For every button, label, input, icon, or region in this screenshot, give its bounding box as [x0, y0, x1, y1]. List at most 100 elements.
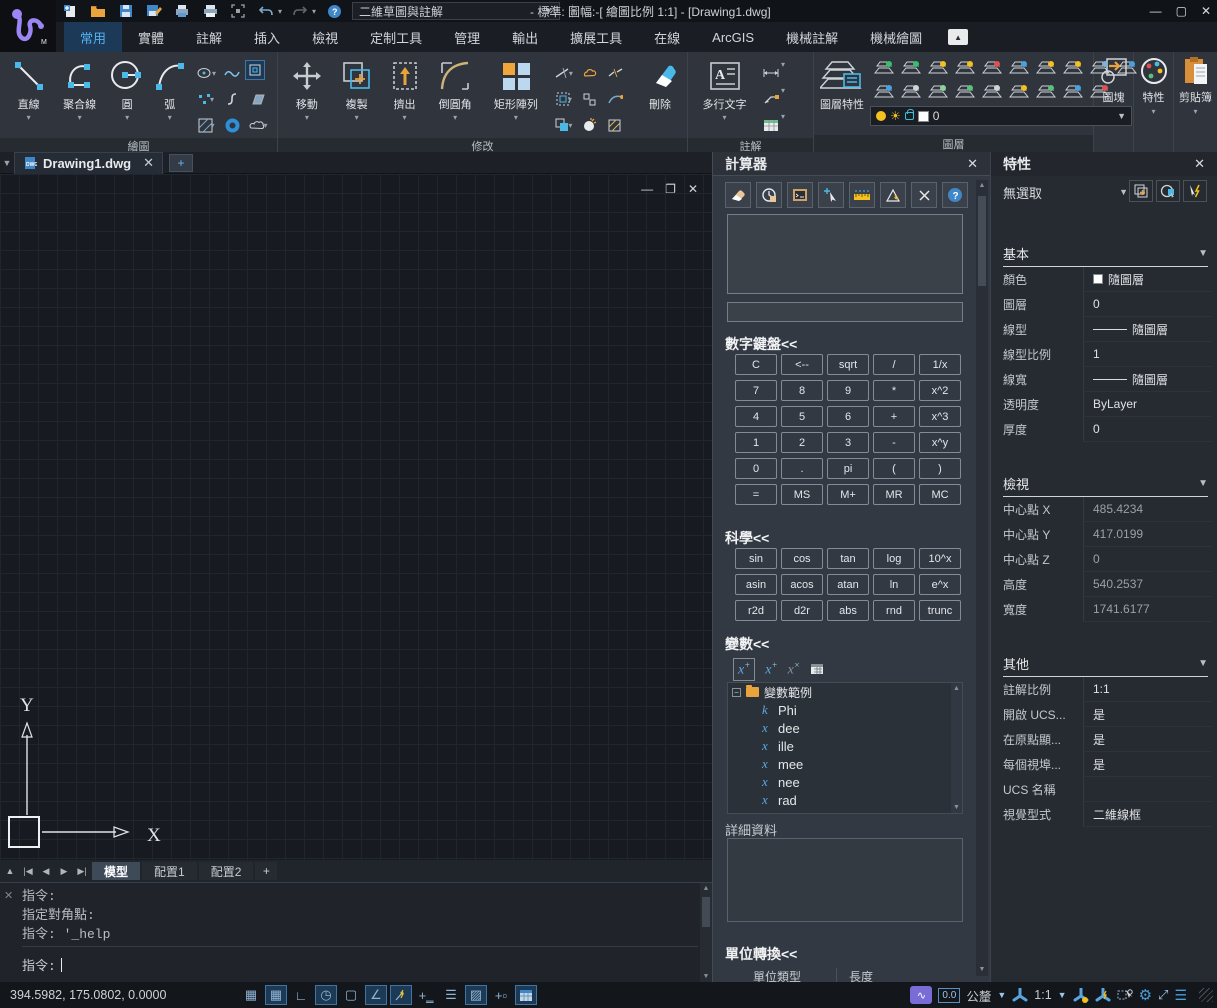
- property-value[interactable]: 0: [1083, 547, 1212, 572]
- calculator-scrollbar[interactable]: ▲ ▼: [976, 180, 988, 976]
- fullscreen-icon[interactable]: ⤢: [1158, 987, 1168, 1003]
- scroll-up-icon[interactable]: ▲: [700, 883, 712, 895]
- calc-key-8[interactable]: 8: [781, 380, 823, 401]
- calc-key-e^x[interactable]: e^x: [919, 574, 961, 595]
- property-value[interactable]: 是: [1083, 702, 1212, 727]
- ribbon-tab-11[interactable]: 機械註解: [770, 22, 854, 52]
- ribbon-tab-9[interactable]: 在線: [638, 22, 696, 52]
- close-button[interactable]: ✕: [1201, 4, 1211, 18]
- chevron-down-icon[interactable]: ▾: [453, 113, 457, 122]
- ribbon-tab-1[interactable]: 實體: [122, 22, 180, 52]
- property-value[interactable]: 隨圖層: [1083, 267, 1212, 292]
- annotation-scale-value[interactable]: 1:1: [1034, 988, 1051, 1002]
- chevron-down-icon[interactable]: ▾: [125, 113, 129, 122]
- rectangular-array-button[interactable]: 矩形陣列 ▾: [485, 56, 547, 122]
- chevron-down-icon[interactable]: ▾: [78, 113, 82, 122]
- layer-tool-icon-0[interactable]: [870, 56, 897, 80]
- status-menu-icon[interactable]: ☰: [1174, 987, 1187, 1004]
- calculator-return-icon[interactable]: [810, 663, 824, 675]
- calc-key-MC[interactable]: MC: [919, 484, 961, 505]
- snap-grid-icon[interactable]: ▦: [265, 985, 287, 1005]
- measure-angle-icon[interactable]: [880, 182, 906, 208]
- ortho-mode-icon[interactable]: ∟: [290, 985, 312, 1005]
- resize-grip[interactable]: [1199, 988, 1213, 1002]
- offset-cloud-icon[interactable]: [577, 60, 603, 86]
- new-layout-button[interactable]: +: [255, 862, 277, 880]
- dynamic-ucs-icon[interactable]: +▫: [490, 985, 512, 1005]
- chevron-down-icon[interactable]: ▾: [355, 113, 359, 122]
- minimize-button[interactable]: —: [1150, 4, 1162, 18]
- move-button[interactable]: 移動 ▾: [284, 56, 330, 122]
- layer-tool-icon-15[interactable]: [1005, 80, 1032, 104]
- calc-key-1[interactable]: 1: [735, 432, 777, 453]
- doc-minimize-button[interactable]: —: [641, 182, 653, 196]
- break-icon[interactable]: [603, 60, 629, 86]
- property-value[interactable]: 隨圖層: [1083, 317, 1212, 342]
- multiple-points-icon[interactable]: ▾: [193, 86, 219, 112]
- undo-dropdown[interactable]: ▾: [278, 7, 282, 16]
- layer-tool-icon-16[interactable]: [1032, 80, 1059, 104]
- calc-key-0[interactable]: 0: [735, 458, 777, 479]
- rectangle-icon[interactable]: [245, 60, 265, 80]
- science-section-title[interactable]: 科學<<: [725, 528, 769, 548]
- chevron-down-icon[interactable]: ▾: [722, 113, 726, 122]
- prev-layout-icon[interactable]: ◀: [38, 866, 54, 877]
- toggle-pickadd-icon[interactable]: [1183, 180, 1207, 202]
- lineweight-display-icon[interactable]: ☰: [440, 985, 462, 1005]
- calc-key-.[interactable]: .: [781, 458, 823, 479]
- align-icon[interactable]: [577, 86, 603, 112]
- calc-key-4[interactable]: 4: [735, 406, 777, 427]
- properties-close-icon[interactable]: ✕: [1194, 156, 1205, 172]
- delete-variable-icon[interactable]: x×: [788, 660, 800, 679]
- selection-dropdown[interactable]: 無選取 ▼: [1003, 182, 1128, 202]
- scroll-down-icon[interactable]: ▼: [976, 964, 988, 976]
- property-value[interactable]: 0: [1083, 292, 1212, 317]
- stretch-button[interactable]: 擠出 ▾: [383, 56, 425, 122]
- calc-key-r2d[interactable]: r2d: [735, 600, 777, 621]
- scale-icon[interactable]: ▾: [551, 86, 577, 112]
- calc-key-acos[interactable]: acos: [781, 574, 823, 595]
- variable-item-vee[interactable]: xvee: [728, 809, 962, 814]
- calc-key--[interactable]: -: [873, 432, 915, 453]
- property-value[interactable]: [1083, 777, 1212, 802]
- layer-properties-button[interactable]: 圖層特性: [820, 56, 864, 112]
- variable-item-dee[interactable]: xdee: [728, 719, 962, 737]
- calc-key-sin[interactable]: sin: [735, 548, 777, 569]
- ribbon-tab-5[interactable]: 定制工具: [354, 22, 438, 52]
- property-value[interactable]: 540.2537: [1083, 572, 1212, 597]
- variables-section-title[interactable]: 變數<<: [725, 634, 769, 654]
- open-file-button[interactable]: [88, 2, 108, 20]
- print-button[interactable]: [200, 2, 220, 20]
- panel-clipboard[interactable]: 剪貼簿 ▾: [1174, 52, 1217, 152]
- ellipse-icon[interactable]: ▾: [193, 60, 219, 86]
- help-button[interactable]: ?: [324, 2, 344, 20]
- layer-tool-icon-8[interactable]: [1086, 56, 1113, 80]
- ribbon-tab-4[interactable]: 檢視: [296, 22, 354, 52]
- file-tab-drawing1[interactable]: DWG Drawing1.dwg ✕: [14, 152, 163, 174]
- object-snap-icon[interactable]: ▢: [340, 985, 362, 1005]
- line-button[interactable]: 直線 ▾: [6, 56, 51, 122]
- ribbon-tab-7[interactable]: 輸出: [496, 22, 554, 52]
- scroll-up-icon[interactable]: ▲: [976, 180, 988, 192]
- last-layout-icon[interactable]: ▶|: [74, 866, 90, 877]
- layer-tool-icon-14[interactable]: [978, 80, 1005, 104]
- region-icon[interactable]: [245, 86, 271, 112]
- property-value[interactable]: 0: [1083, 417, 1212, 442]
- chevron-down-icon[interactable]: ▾: [402, 113, 406, 122]
- layout-tab-2[interactable]: 配置2: [199, 862, 254, 880]
- annotation-visibility-icon[interactable]: [1012, 988, 1028, 1003]
- maximize-button[interactable]: ▢: [1176, 4, 1187, 18]
- calc-key-M+[interactable]: M+: [827, 484, 869, 505]
- chevron-down-icon[interactable]: ▾: [781, 86, 807, 112]
- edit-variable-icon[interactable]: x+: [765, 660, 777, 679]
- calc-key-+[interactable]: +: [873, 406, 915, 427]
- calc-key-tan[interactable]: tan: [827, 548, 869, 569]
- unit-label[interactable]: 公釐: [966, 986, 991, 1005]
- delete-icon[interactable]: [911, 182, 937, 208]
- calc-key-cos[interactable]: cos: [781, 548, 823, 569]
- variables-group-row[interactable]: − 變數範例: [728, 683, 962, 701]
- get-coordinates-icon[interactable]: [818, 182, 844, 208]
- calc-key-x^3[interactable]: x^3: [919, 406, 961, 427]
- chevron-down-icon[interactable]: ▾: [781, 112, 807, 138]
- scroll-down-icon[interactable]: ▼: [951, 802, 962, 813]
